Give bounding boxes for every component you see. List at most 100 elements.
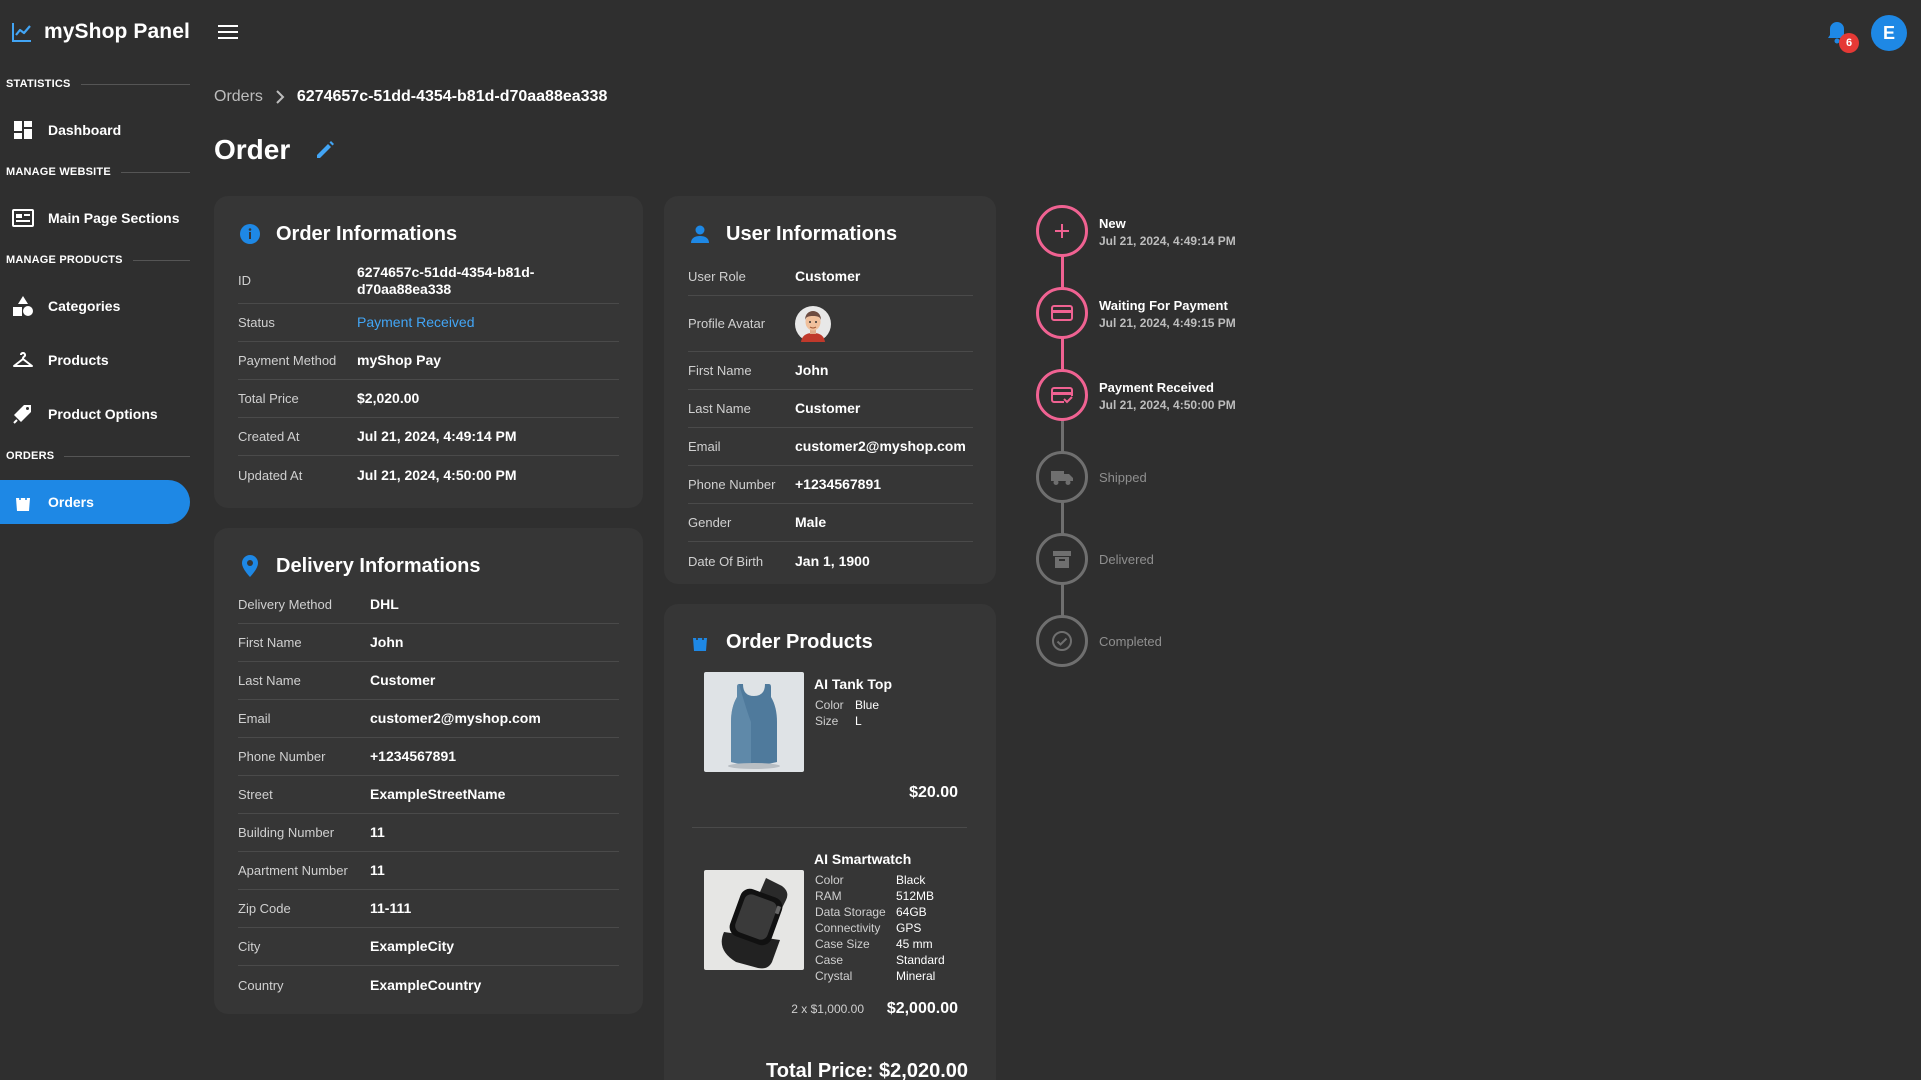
sidebar-item-label: Orders (48, 494, 94, 510)
row-label: Profile Avatar (688, 316, 766, 331)
delivery-first-name-row: First Name John (238, 624, 619, 662)
hanger-icon (12, 349, 34, 371)
timeline-step-payment-received-text: Payment Received Jul 21, 2024, 4:50:00 P… (1099, 380, 1236, 412)
app-title: myShop Panel (44, 20, 190, 43)
timeline-step-waiting-for-payment (1036, 287, 1088, 339)
created-at-row: Created At Jul 21, 2024, 4:49:14 PM (238, 418, 619, 456)
check-circle-icon (1051, 630, 1073, 652)
menu-toggle-button[interactable] (216, 20, 240, 44)
timeline-step-new (1036, 205, 1088, 257)
timeline-connector (1061, 420, 1064, 454)
option-value: Blue (855, 698, 880, 712)
row-label: City (238, 939, 261, 954)
step-title: Delivered (1099, 552, 1154, 567)
row-label: Updated At (238, 467, 303, 483)
street-row: Street ExampleStreetName (238, 776, 619, 814)
order-products-card: Order Products AI Tank Top Color Blue Si… (664, 604, 996, 1080)
delivery-method-row: Delivery Method DHL (238, 586, 619, 624)
timeline-step-shipped-text: Shipped (1099, 470, 1147, 485)
user-avatar-button[interactable]: E (1871, 15, 1907, 51)
step-title: New (1099, 216, 1126, 231)
option-key: Case Size (815, 937, 870, 951)
row-label: ID (238, 273, 251, 288)
product-image-smartwatch[interactable] (704, 870, 804, 970)
truck-icon (1050, 468, 1074, 486)
sidebar-item-main-page-sections[interactable]: Main Page Sections (0, 196, 190, 240)
section-divider (120, 171, 190, 173)
option-value: 512MB (896, 889, 935, 903)
delivery-email-row: Email customer2@myshop.com (238, 700, 619, 738)
delivery-method-value: DHL (370, 596, 399, 612)
option-key: Color (815, 698, 844, 712)
delivery-info-card: Delivery Informations Delivery Method DH… (214, 528, 643, 1014)
section-orders: ORDERS (6, 450, 190, 462)
option-value: GPS (896, 921, 922, 935)
user-role-row: User Role Customer (688, 258, 973, 296)
row-label: Country (238, 977, 284, 993)
user-first-name-row: First Name John (688, 352, 973, 390)
delivery-phone-row: Phone Number +1234567891 (238, 738, 619, 776)
street-value: ExampleStreetName (370, 786, 506, 802)
breadcrumb-orders-link[interactable]: Orders (214, 88, 263, 106)
sidebar-item-categories[interactable]: Categories (0, 284, 190, 328)
date-of-birth-value: Jan 1, 1900 (795, 552, 870, 569)
order-id-value: 6274657c-51dd-4354-b81d-d70aa88ea338 (357, 263, 535, 297)
section-label: MANAGE WEBSITE (6, 166, 111, 178)
city-value: ExampleCity (370, 938, 455, 954)
row-label: Zip Code (238, 901, 291, 916)
timeline-step-delivered (1036, 533, 1088, 585)
card-title: Delivery Informations (276, 554, 481, 577)
section-manage-products: MANAGE PRODUCTS (6, 254, 190, 266)
date-of-birth-row: Date Of Birth Jan 1, 1900 (688, 542, 973, 580)
zip-code-row: Zip Code 11-111 (238, 890, 619, 928)
card-header: Order Informations (238, 222, 457, 246)
product-option: Color Black (815, 873, 925, 887)
sidebar-item-dashboard[interactable]: Dashboard (0, 108, 190, 152)
location-pin-icon (238, 554, 262, 578)
first-name-value: John (370, 634, 404, 650)
order-total-price: Total Price: $2,020.00 (766, 1060, 968, 1080)
payment-method-value: myShop Pay (357, 352, 442, 368)
user-last-name-row: Last Name Customer (688, 390, 973, 428)
sidebar-item-orders[interactable]: Orders (0, 480, 190, 524)
section-statistics: STATISTICS (6, 78, 190, 90)
timeline-step-payment-received (1036, 369, 1088, 421)
row-label: Payment Method (238, 353, 337, 368)
timeline-step-delivered-text: Delivered (1099, 552, 1154, 567)
row-label: Created At (238, 429, 300, 444)
card-header: Order Products (688, 630, 873, 654)
shopping-bag-icon (688, 630, 712, 654)
order-id-row: ID 6274657c-51dd-4354-b81d-d70aa88ea338 (238, 258, 619, 304)
product-name[interactable]: AI Tank Top (814, 676, 892, 692)
option-value: 45 mm (896, 937, 933, 951)
gender-value: Male (795, 514, 827, 530)
row-label: Apartment Number (238, 863, 348, 878)
last-name-value: Customer (370, 672, 436, 688)
product-option: RAM 512MB (815, 889, 934, 903)
notifications-button[interactable]: 6 (1826, 20, 1859, 53)
row-label: Delivery Method (238, 597, 332, 612)
product-option: Connectivity GPS (815, 921, 921, 935)
building-number-value: 11 (370, 824, 385, 840)
product-option: Case Standard (815, 953, 945, 967)
sidebar-item-product-options[interactable]: Product Options (0, 392, 190, 436)
sidebar-item-products[interactable]: Products (0, 338, 190, 382)
option-value: Black (896, 873, 926, 887)
tags-icon (12, 403, 34, 425)
product-image-tank-top[interactable] (704, 672, 804, 772)
sidebar-item-label: Product Options (48, 406, 158, 422)
product-name[interactable]: AI Smartwatch (814, 851, 911, 867)
info-icon (238, 222, 262, 246)
edit-order-button[interactable] (312, 137, 338, 163)
timeline-step-waiting-text: Waiting For Payment Jul 21, 2024, 4:49:1… (1099, 298, 1236, 330)
product-option: Crystal Mineral (815, 969, 935, 983)
step-title: Waiting For Payment (1099, 298, 1228, 313)
brand[interactable]: myShop Panel (10, 18, 190, 46)
timeline-step-completed (1036, 615, 1088, 667)
section-divider (64, 455, 190, 457)
card-title: User Informations (726, 222, 898, 245)
building-number-row: Building Number 11 (238, 814, 619, 852)
row-label: Last Name (238, 673, 301, 688)
sidebar-item-label: Main Page Sections (48, 210, 180, 226)
product-option: Data Storage 64GB (815, 905, 927, 919)
